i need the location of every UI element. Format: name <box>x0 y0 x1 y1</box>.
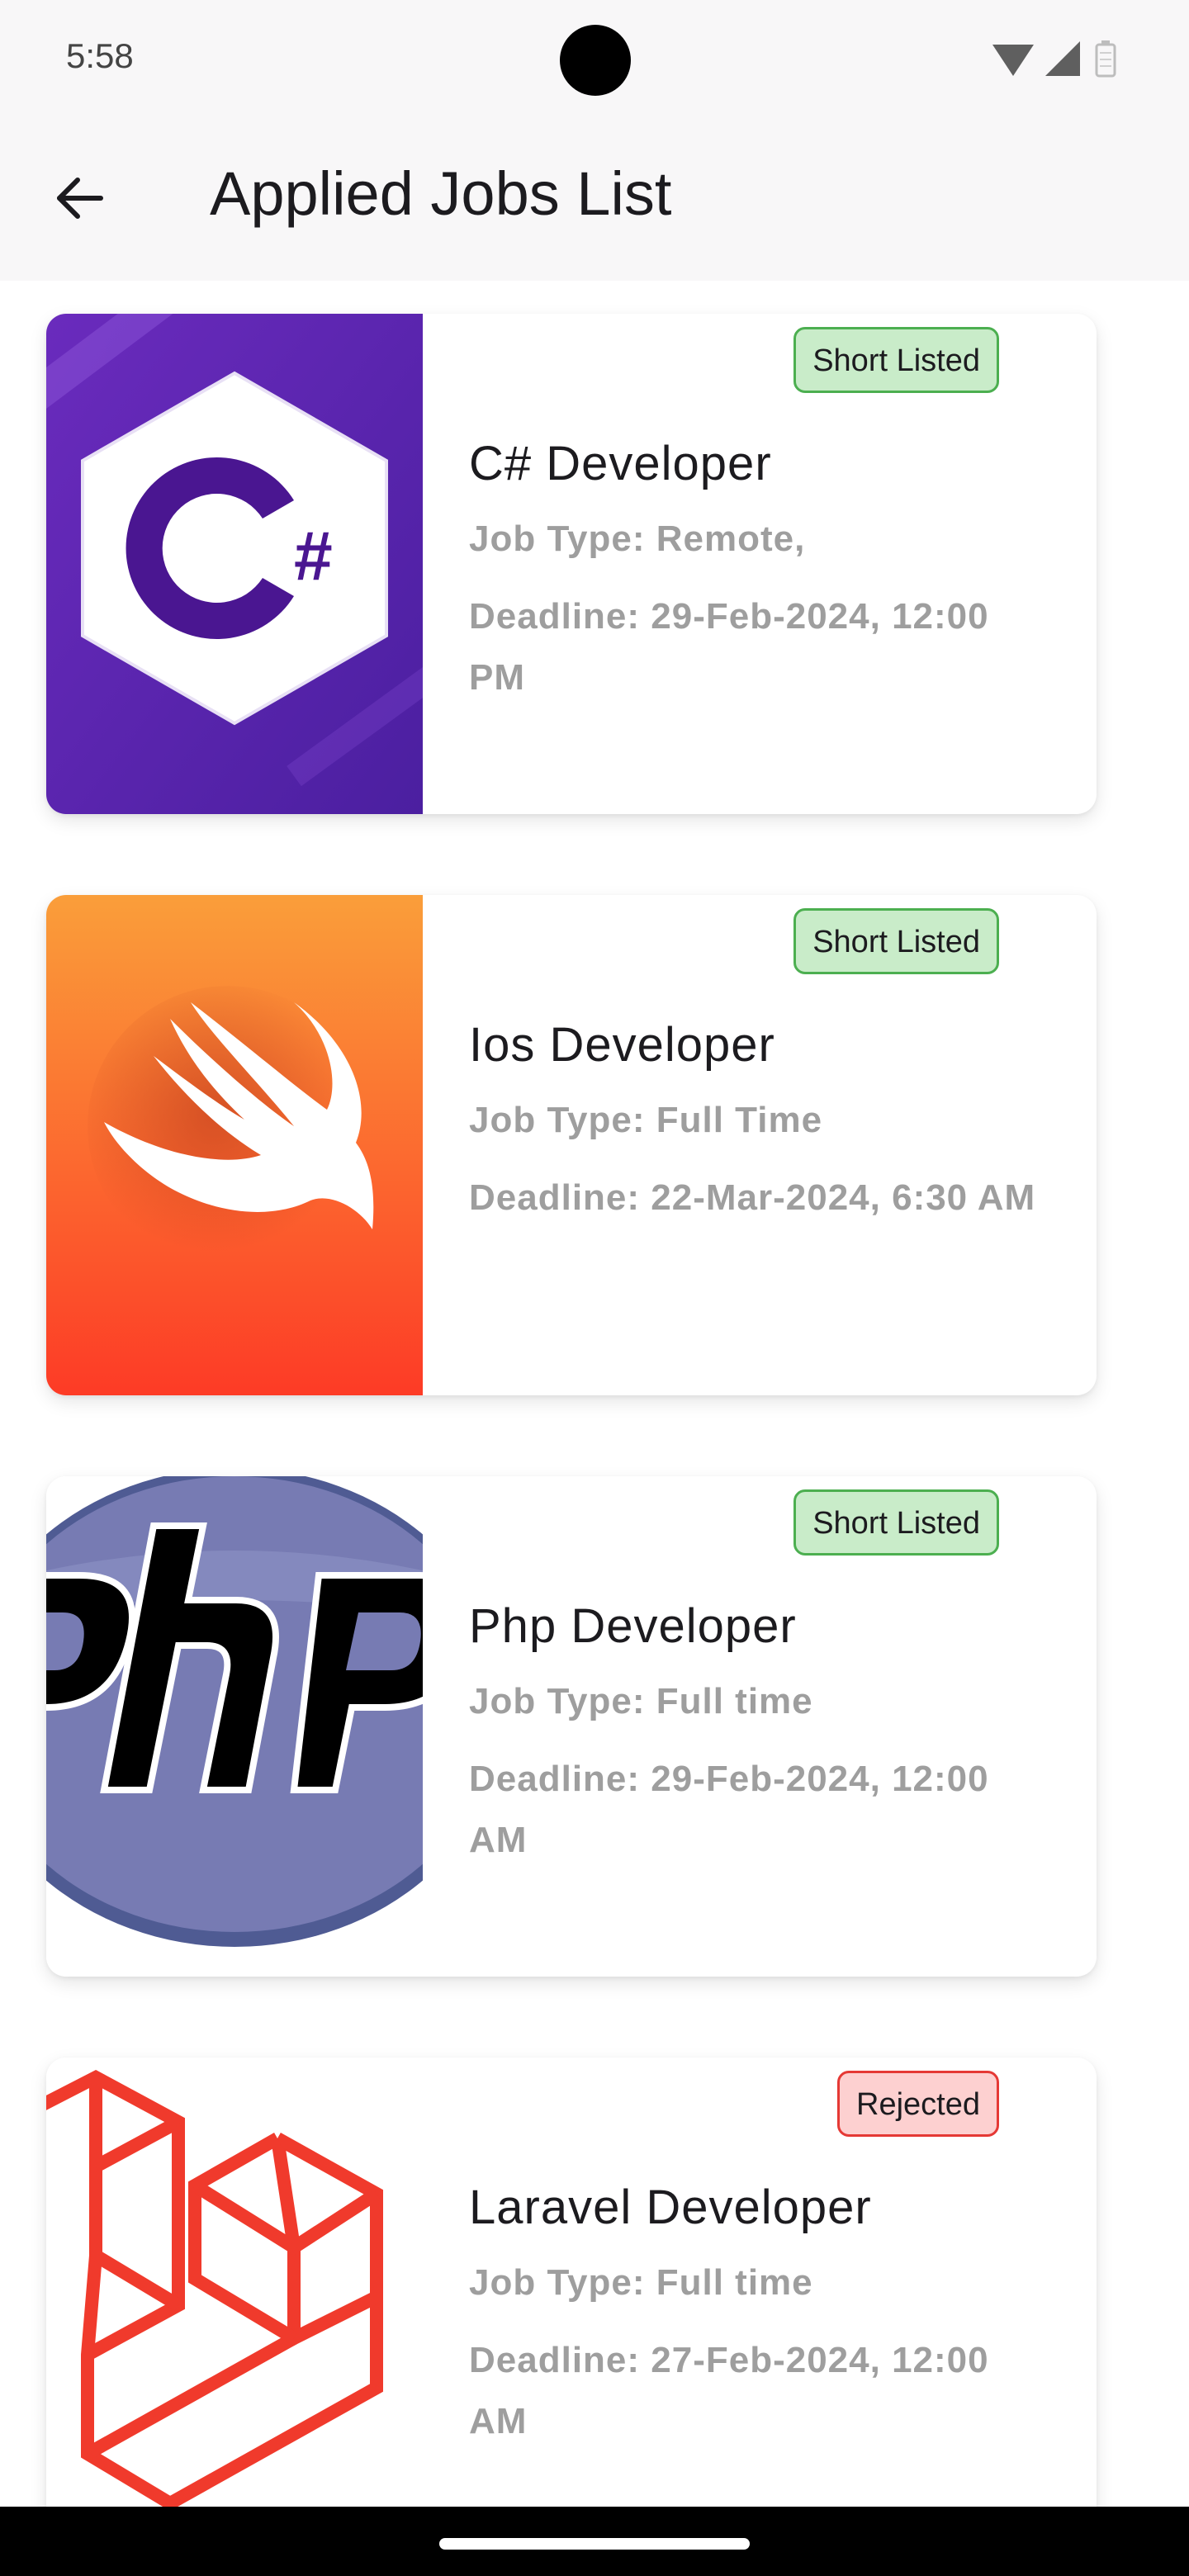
wifi-icon <box>992 45 1034 76</box>
job-deadline: Deadline: 27-Feb-2024, 12:00 AM <box>469 2340 989 2441</box>
applied-jobs-list: # Short Listed C# Developer Job Type: Re… <box>0 281 1189 2510</box>
cellular-signal-icon <box>1045 41 1080 76</box>
status-badge: Rejected <box>837 2071 999 2137</box>
laravel-logo <box>46 2057 423 2510</box>
job-card[interactable]: Rejected Laravel Developer Job Type: Ful… <box>46 2057 1097 2510</box>
job-card[interactable]: # Short Listed C# Developer Job Type: Re… <box>46 314 1097 814</box>
job-card[interactable]: Short Listed Php Developer Job Type: Ful… <box>46 1476 1097 1977</box>
job-deadline: Deadline: 29-Feb-2024, 12:00 AM <box>469 1759 989 1860</box>
swift-logo <box>46 895 423 1395</box>
page-title: Applied Jobs List <box>210 159 672 228</box>
status-badge: Short Listed <box>793 327 999 393</box>
php-logo <box>46 1476 423 1977</box>
camera-cutout <box>560 25 631 96</box>
job-title: Laravel Developer <box>469 2181 872 2234</box>
job-title: C# Developer <box>469 437 772 490</box>
job-deadline: Deadline: 22-Mar-2024, 6:30 AM <box>469 1177 1036 1218</box>
job-type: Job Type: Full Time <box>469 1100 823 1140</box>
status-time: 5:58 <box>66 36 134 75</box>
status-badge: Short Listed <box>793 908 999 974</box>
job-title: Ios Developer <box>469 1018 775 1072</box>
job-type: Job Type: Remote, <box>469 519 806 559</box>
job-card[interactable]: Short Listed Ios Developer Job Type: Ful… <box>46 895 1097 1395</box>
job-title: Php Developer <box>469 1599 797 1653</box>
job-deadline: Deadline: 29-Feb-2024, 12:00 PM <box>469 596 989 698</box>
csharp-logo: # <box>46 314 423 814</box>
system-navigation-bar <box>0 2507 1189 2576</box>
battery-icon <box>1095 40 1116 78</box>
job-type: Job Type: Full time <box>469 2262 813 2303</box>
home-gesture-handle[interactable] <box>439 2538 750 2550</box>
job-type: Job Type: Full time <box>469 1681 813 1721</box>
back-button[interactable] <box>33 152 126 244</box>
status-badge: Short Listed <box>793 1489 999 1556</box>
status-bar: 5:58 <box>0 0 1189 116</box>
svg-text:#: # <box>294 517 333 594</box>
app-bar: Applied Jobs List <box>0 116 1189 281</box>
status-icons <box>983 38 1131 79</box>
arrow-back-icon <box>57 178 103 219</box>
